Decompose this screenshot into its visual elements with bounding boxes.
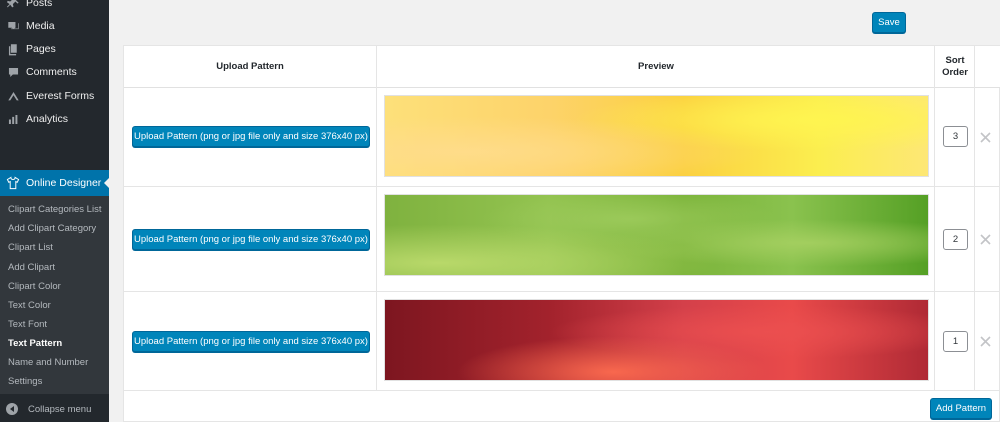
upload-pattern-button[interactable]: Upload Pattern (png or jpg file only and… (132, 126, 370, 147)
submenu-item-settings[interactable]: Settings (8, 376, 42, 387)
submenu-item-clipart-list[interactable]: Clipart List (8, 242, 53, 253)
forms-icon (6, 89, 20, 103)
sidebar-item-everest-forms[interactable]: Everest Forms (0, 84, 109, 108)
sidebar-item-label: Media (26, 20, 55, 32)
media-icon (6, 19, 20, 33)
comments-icon (6, 65, 20, 79)
sidebar-item-online-designer[interactable]: Online Designer (0, 170, 109, 196)
table-row: Upload Pattern (png or jpg file only and… (124, 187, 1000, 292)
sidebar-item-pages[interactable]: Pages (0, 37, 109, 61)
submenu-item-text-font[interactable]: Text Font (8, 319, 47, 330)
add-pattern-button[interactable]: Add Pattern (930, 398, 992, 419)
sidebar-item-label: Everest Forms (26, 90, 95, 102)
submenu-item-text-pattern[interactable]: Text Pattern (8, 338, 62, 349)
column-header-preview: Preview (638, 61, 674, 72)
remove-row-icon[interactable] (979, 233, 992, 246)
sort-order-input[interactable]: 2 (943, 229, 968, 250)
column-header-sort-order: Sort Order (942, 55, 968, 78)
admin-sidebar: Posts Media Pages Comments Everest Forms… (0, 0, 109, 422)
submenu-item-text-color[interactable]: Text Color (8, 300, 51, 311)
pattern-preview-green (384, 194, 929, 276)
submenu-item-clipart-color[interactable]: Clipart Color (8, 281, 61, 292)
sidebar-item-comments[interactable]: Comments (0, 60, 109, 84)
submenu-item-add-clipart-category[interactable]: Add Clipart Category (8, 223, 96, 234)
table-row: Upload Pattern (png or jpg file only and… (124, 88, 1000, 187)
collapse-menu-button[interactable]: Collapse menu (0, 397, 109, 421)
analytics-icon (6, 112, 20, 126)
sidebar-item-label: Comments (26, 66, 77, 78)
submenu-item-add-clipart[interactable]: Add Clipart (8, 262, 55, 273)
active-indicator (104, 178, 109, 188)
table-row: Upload Pattern (png or jpg file only and… (124, 292, 1000, 391)
sidebar-item-posts[interactable]: Posts (0, 0, 109, 15)
upload-pattern-button[interactable]: Upload Pattern (png or jpg file only and… (132, 331, 370, 352)
column-header-upload: Upload Pattern (216, 61, 284, 72)
sidebar-item-label: Online Designer (26, 177, 102, 189)
upload-pattern-button[interactable]: Upload Pattern (png or jpg file only and… (132, 229, 370, 250)
pattern-preview-yellow (384, 95, 929, 177)
sidebar-item-label: Analytics (26, 113, 69, 125)
sidebar-item-media[interactable]: Media (0, 14, 109, 38)
pages-icon (6, 42, 20, 56)
pattern-table: Upload Pattern Preview Sort Order Upload… (123, 45, 1000, 422)
remove-row-icon[interactable] (979, 335, 992, 348)
save-button[interactable]: Save (872, 12, 906, 33)
submenu-item-clipart-categories-list[interactable]: Clipart Categories List (8, 204, 101, 215)
submenu: Clipart Categories List Add Clipart Cate… (0, 196, 109, 394)
submenu-item-name-and-number[interactable]: Name and Number (8, 357, 88, 368)
remove-row-icon[interactable] (979, 131, 992, 144)
collapse-label: Collapse menu (28, 403, 92, 415)
sort-order-input[interactable]: 3 (943, 126, 968, 147)
pattern-preview-red (384, 299, 929, 381)
sidebar-item-label: Posts (26, 0, 53, 9)
table-header: Upload Pattern Preview Sort Order (124, 46, 1000, 88)
pin-icon (6, 0, 20, 10)
sort-order-input[interactable]: 1 (943, 331, 968, 352)
sidebar-item-analytics[interactable]: Analytics (0, 107, 109, 131)
collapse-icon (6, 403, 18, 415)
tshirt-icon (6, 176, 20, 190)
sidebar-item-label: Pages (26, 43, 56, 55)
